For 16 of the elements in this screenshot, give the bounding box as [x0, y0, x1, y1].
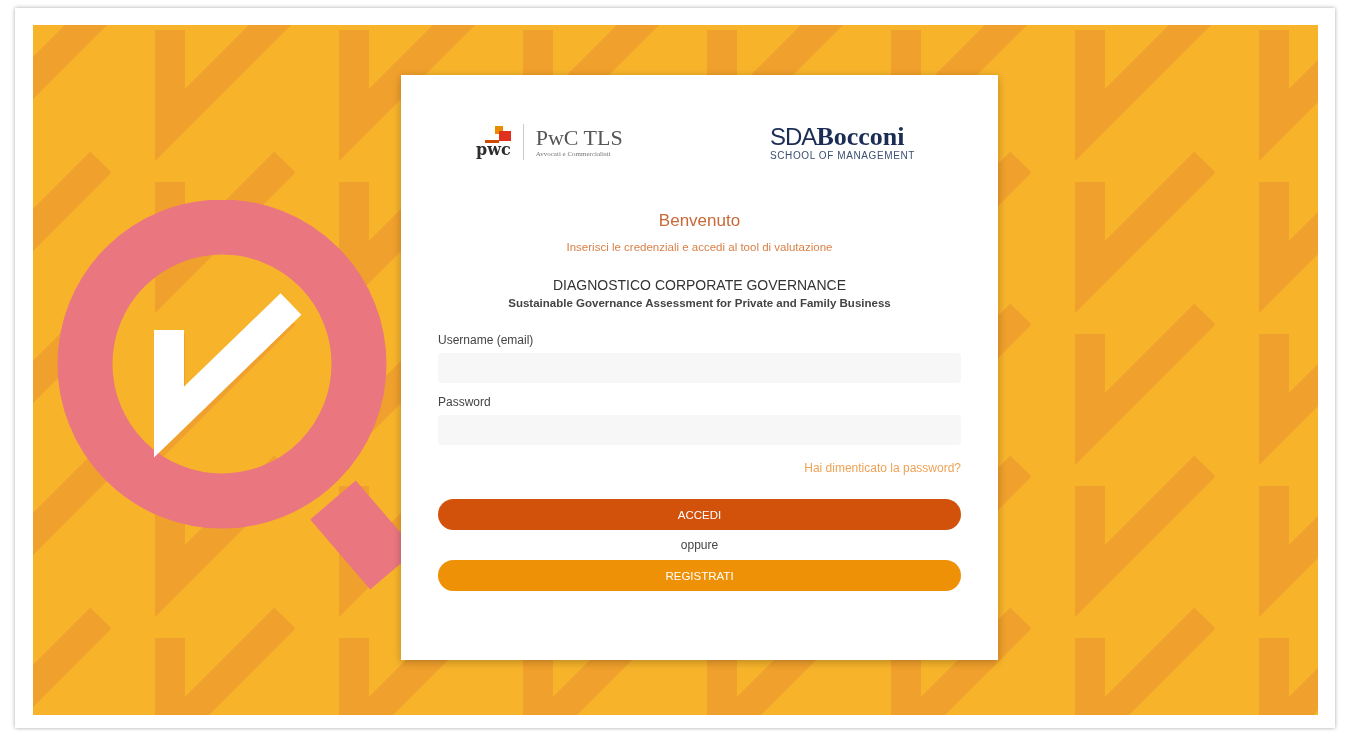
product-subtitle: Sustainable Governance Assessment for Private and Family Business [508, 297, 891, 309]
logo-tagline: SCHOOL OF MANAGEMENT [770, 149, 915, 161]
login-button[interactable]: ACCEDI [438, 499, 961, 530]
logo-name: PwC TLS [535, 126, 623, 150]
logo-wordmark: pwc [476, 142, 511, 158]
field-label: Password [438, 395, 491, 409]
forgot-password-link[interactable]: Hai dimenticato la password? [804, 461, 961, 475]
logo-name: Bocconi [816, 123, 905, 150]
field-label: Username (email) [438, 333, 534, 347]
stacked-blocks-icon [484, 126, 511, 146]
register-button[interactable]: REGISTRATI [438, 560, 961, 591]
welcome-subtitle: Inserisci le credenziali e accedi al tool di valutazione [566, 241, 833, 253]
welcome-title: Benvenuto [658, 210, 741, 232]
separator-text: oppure [680, 538, 719, 552]
logo-prefix: SDA [770, 123, 817, 150]
product-title: DIAGNOSTICO CORPORATE GOVERNANCE [553, 277, 846, 293]
